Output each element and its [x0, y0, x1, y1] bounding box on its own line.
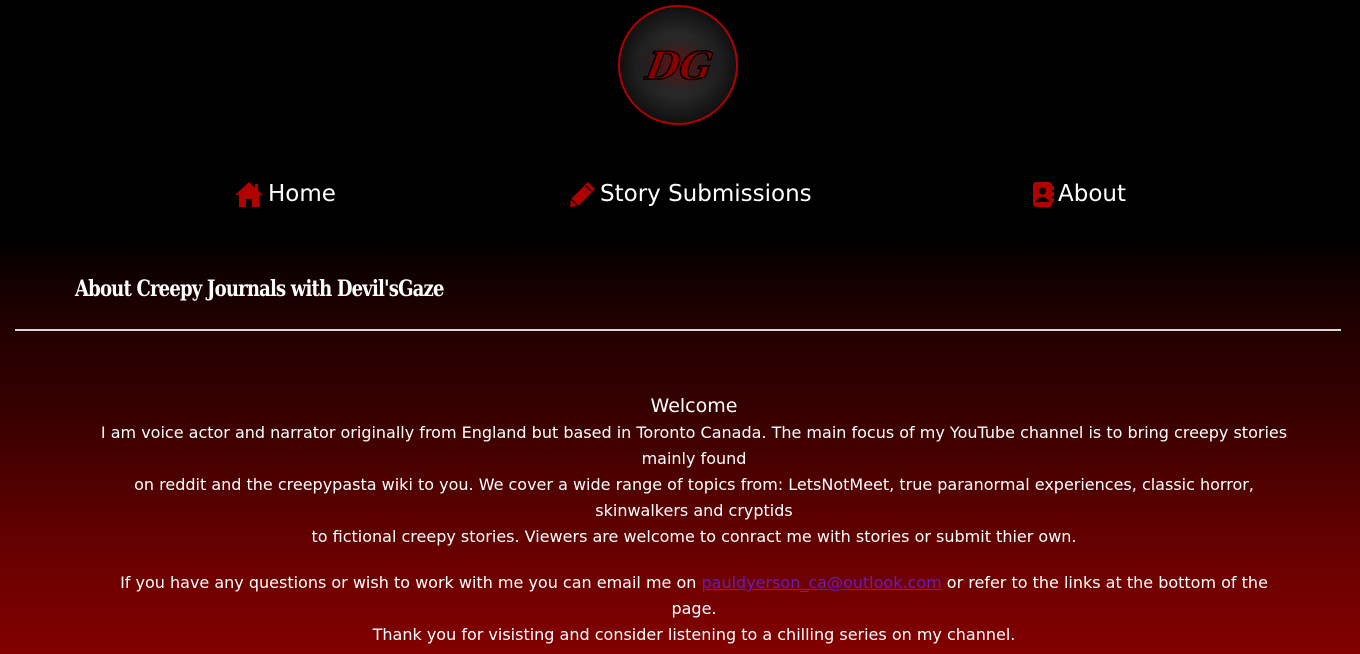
- logo[interactable]: DG: [618, 5, 738, 125]
- contact-paragraph: If you have any questions or wish to wor…: [96, 570, 1292, 648]
- page-title: About Creepy Journals with Devil'sGaze: [75, 276, 444, 302]
- nav-story-label: Story Submissions: [600, 181, 812, 207]
- nav-home-label: Home: [268, 181, 336, 207]
- email-link[interactable]: pauldyerson_ca@outlook.com: [702, 573, 942, 592]
- intro-line-2: on reddit and the creepypasta wiki to yo…: [134, 475, 1254, 520]
- intro-line-1: I am voice actor and narrator originally…: [100, 423, 1288, 468]
- nav-story-submissions[interactable]: Story Submissions: [569, 176, 812, 212]
- welcome-heading: Welcome: [650, 395, 738, 417]
- pencil-icon: [569, 181, 596, 208]
- about-content: Welcome I am voice actor and narrator or…: [96, 392, 1292, 648]
- intro-paragraph: I am voice actor and narrator originally…: [96, 420, 1292, 550]
- home-icon: [234, 181, 264, 207]
- address-book-icon: [1032, 181, 1054, 208]
- contact-text-before: If you have any questions or wish to wor…: [120, 573, 702, 592]
- logo-text: DG: [642, 44, 716, 89]
- intro-line-3: to fictional creepy stories. Viewers are…: [311, 527, 1077, 546]
- nav-home[interactable]: Home: [234, 176, 336, 212]
- nav-about-label: About: [1058, 181, 1127, 207]
- logo-dg-icon: DG: [636, 35, 720, 95]
- thanks-text: Thank you for visisting and consider lis…: [372, 625, 1016, 644]
- divider: [15, 329, 1341, 331]
- nav-about[interactable]: About: [1032, 176, 1126, 212]
